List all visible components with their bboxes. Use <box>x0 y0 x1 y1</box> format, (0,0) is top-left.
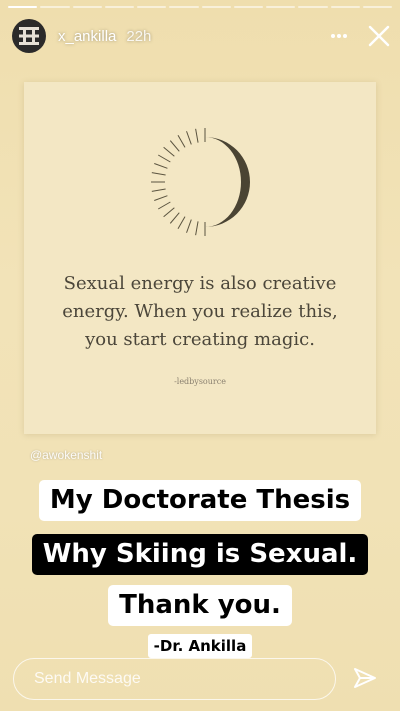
caption-line-1: My Doctorate Thesis <box>0 480 400 521</box>
caption-line-2: Why Skiing is Sexual. <box>0 534 400 575</box>
caption-text: My Doctorate Thesis <box>38 480 362 521</box>
progress-segment <box>233 6 263 8</box>
avatar-image <box>19 27 39 45</box>
caption-line-3: Thank you. <box>0 585 400 626</box>
signature-text: -Dr. Ankilla <box>147 634 253 658</box>
progress-segment <box>137 6 167 8</box>
story-header: x_ankilla 22h <box>12 18 390 54</box>
caption-text: Why Skiing is Sexual. <box>31 534 369 575</box>
svg-text:✦: ✦ <box>225 171 231 179</box>
progress-segment <box>298 6 328 8</box>
caption-text: Thank you. <box>108 585 292 626</box>
story-timestamp: 22h <box>126 27 152 45</box>
send-icon[interactable] <box>342 666 388 692</box>
message-composer <box>13 657 388 701</box>
progress-segment <box>201 6 231 8</box>
quote-line: you start creating magic. <box>85 329 315 350</box>
quote-text: Sexual energy is also creative energy. W… <box>44 270 356 354</box>
username[interactable]: x_ankilla <box>58 28 116 45</box>
story-progress-bars <box>8 6 392 9</box>
post-credit: -ledbysource <box>174 377 226 386</box>
svg-text:✦: ✦ <box>231 190 235 196</box>
progress-segment <box>266 6 296 8</box>
avatar[interactable] <box>12 19 46 53</box>
crescent-moon-icon: ✦ ✧ ✦ <box>151 128 250 236</box>
more-options-icon[interactable] <box>330 33 348 39</box>
shared-post-card[interactable]: ✦ ✧ ✦ Sexual energy is also creative ene… <box>24 82 376 434</box>
progress-segment <box>330 6 360 8</box>
progress-segment <box>40 6 70 8</box>
signature-caption: -Dr. Ankilla <box>0 634 400 658</box>
quote-line: energy. When you realize this, <box>62 301 338 322</box>
progress-segment <box>362 6 392 8</box>
progress-segment <box>72 6 102 8</box>
send-message-input[interactable] <box>13 658 336 700</box>
progress-segment <box>104 6 134 8</box>
svg-text:✧: ✧ <box>217 201 222 208</box>
progress-segment <box>8 6 38 8</box>
mention-tag[interactable]: @awokenshit <box>30 448 102 462</box>
progress-segment <box>169 6 199 8</box>
quote-line: Sexual energy is also creative <box>63 273 337 294</box>
close-icon[interactable] <box>368 25 390 47</box>
